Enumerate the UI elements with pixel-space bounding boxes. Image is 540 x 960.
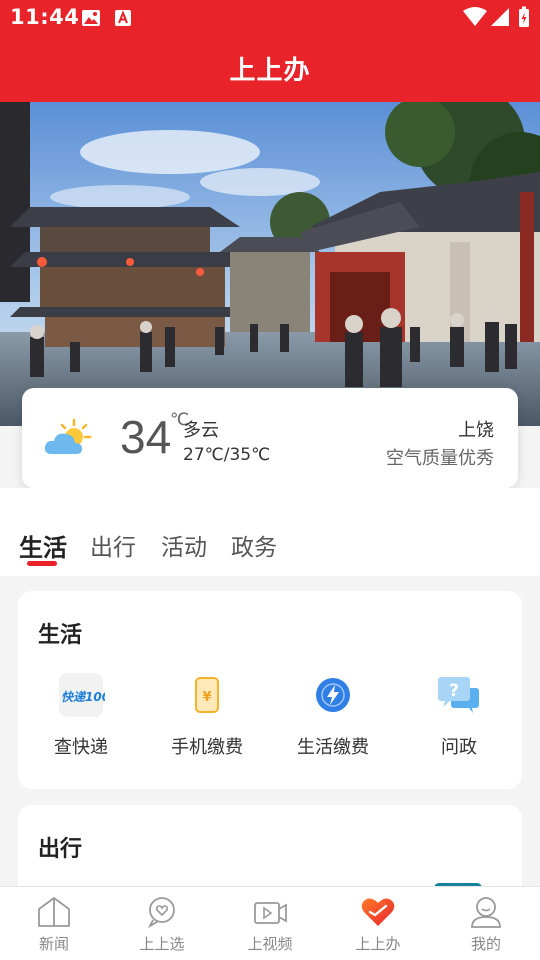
tab-activities[interactable]: 活动 <box>161 528 207 562</box>
nav-label: 我的 <box>470 935 501 953</box>
svg-text:¥: ¥ <box>202 690 211 705</box>
tab-life[interactable]: 生活 <box>19 528 67 563</box>
temperature-value: 34 <box>120 411 172 463</box>
service-label: 查快递 <box>54 737 108 758</box>
nav-video[interactable]: 上视频 <box>216 887 324 960</box>
service-label: 问政 <box>441 737 477 758</box>
weather-card[interactable]: 34 ℃ 多云 27℃/35℃ 上饶 空气质量优秀 <box>22 388 518 488</box>
nav-label: 上上办 <box>355 935 401 953</box>
nav-label: 上上选 <box>139 935 185 953</box>
city-name: 上饶 <box>458 420 494 441</box>
status-time: 11:44 <box>10 5 80 29</box>
app-notification-icon <box>114 9 132 27</box>
service-label: 手机缴费 <box>171 737 243 758</box>
partly-cloudy-icon <box>44 418 92 462</box>
section-title: 出行 <box>38 837 83 862</box>
utility-payment-item[interactable]: 生活缴费 <box>270 671 396 759</box>
nav-shangshangxuan[interactable]: 上上选 <box>108 887 216 960</box>
image-notification-icon <box>81 9 101 27</box>
nav-label: 新闻 <box>38 935 69 953</box>
question-chat-icon: ? <box>435 671 483 719</box>
cellular-signal-icon <box>490 7 510 27</box>
express-tracking-item[interactable]: 快递100 查快递 <box>18 671 144 759</box>
kuaidi100-icon: 快递100 <box>57 671 110 719</box>
header-bar: 11:44 上上办 <box>0 0 540 102</box>
phone-payment-icon: ¥ <box>183 671 231 719</box>
wifi-icon <box>463 7 487 27</box>
page-title: 上上办 <box>229 56 311 86</box>
service-label: 生活缴费 <box>297 737 369 758</box>
temperature-range: 27℃/35℃ <box>183 445 271 465</box>
nav-shangshangban[interactable]: 上上办 <box>324 887 432 960</box>
news-house-icon <box>36 895 72 929</box>
status-bar: 11:44 <box>0 0 540 36</box>
tab-travel[interactable]: 出行 <box>90 528 136 562</box>
section-title: 生活 <box>38 623 83 648</box>
air-quality: 空气质量优秀 <box>386 448 494 469</box>
nav-news[interactable]: 新闻 <box>0 887 108 960</box>
hero-banner[interactable] <box>0 102 540 426</box>
phone-payment-item[interactable]: ¥ 手机缴费 <box>144 671 270 759</box>
profile-icon <box>468 895 504 929</box>
weather-condition: 多云 <box>183 420 219 441</box>
heart-chat-icon <box>144 895 180 929</box>
inquiry-item[interactable]: ? 问政 <box>396 671 522 759</box>
kuaidi100-logo-text: 快递100 <box>61 690 105 704</box>
active-tab-indicator <box>27 561 57 566</box>
utility-payment-icon <box>309 671 357 719</box>
bottom-navigation: 新闻 上上选 上视频 上上办 我的 <box>0 886 540 960</box>
category-tabs: 生活 出行 活动 政务 <box>0 488 540 576</box>
app-screen: 11:44 上上办 34 ℃ 多云 27℃/35℃ 上饶 空气质量优秀 生活 出… <box>0 0 540 960</box>
nav-label: 上视频 <box>247 935 293 953</box>
battery-icon <box>518 6 530 28</box>
svg-text:?: ? <box>449 681 459 701</box>
nav-profile[interactable]: 我的 <box>432 887 540 960</box>
tab-government[interactable]: 政务 <box>231 528 277 562</box>
life-section-card: 生活 快递100 查快递 ¥ 手机缴费 <box>18 591 522 789</box>
heart-icon <box>360 895 396 929</box>
video-icon <box>252 895 288 929</box>
